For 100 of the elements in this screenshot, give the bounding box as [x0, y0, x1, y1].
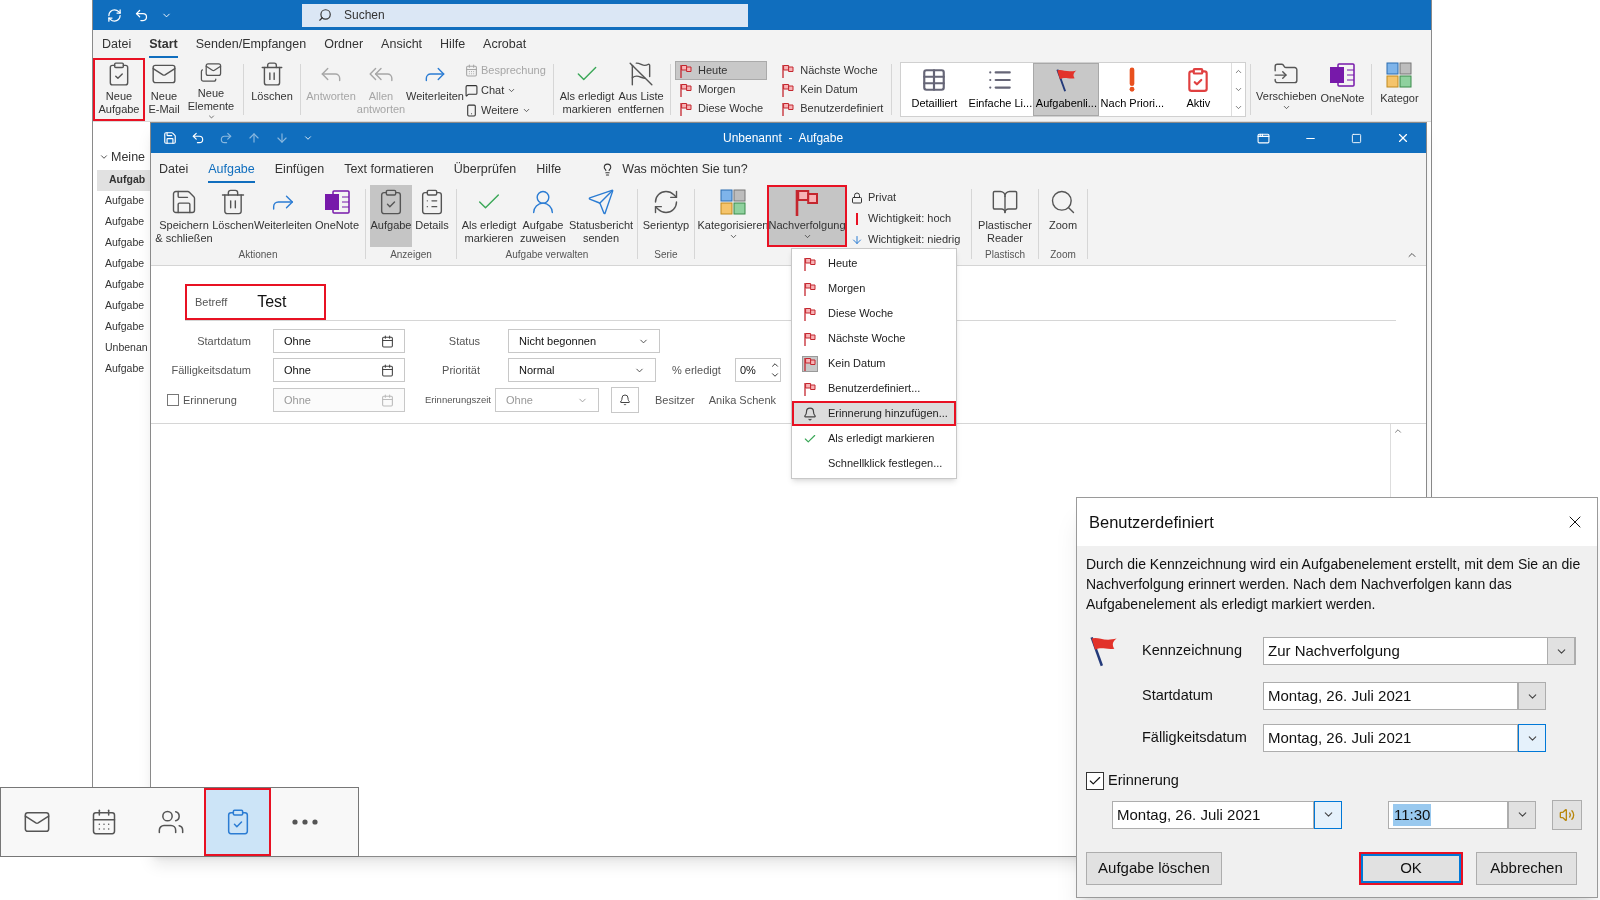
menu-item[interactable]: Kein Datum	[792, 351, 956, 376]
ribbon-button[interactable]: Weitere	[465, 102, 549, 119]
ribbon-display-icon[interactable]	[1257, 131, 1270, 145]
flag-button[interactable]: Nächste Woche	[777, 61, 888, 80]
folder-item[interactable]: Aufgab	[97, 169, 150, 191]
folder-item[interactable]: Aufgabe	[93, 358, 150, 380]
search-box[interactable]: Suchen	[302, 3, 748, 27]
ribbon-button[interactable]: Aufgabe	[370, 185, 412, 247]
ribbon-button[interactable]: Kategorisieren	[699, 185, 767, 247]
ribbon-tab[interactable]: Datei	[159, 160, 189, 183]
ribbon-button[interactable]: Weiterleiten	[405, 58, 465, 121]
tell-me-field[interactable]: Was möchten Sie tun?	[622, 160, 748, 179]
percent-spinbox[interactable]: 0%	[734, 358, 781, 382]
view-option[interactable]: Aufgabenli...	[1033, 63, 1100, 116]
flag-button[interactable]: Diese Woche	[675, 99, 768, 118]
menu-item[interactable]: Erinnerung hinzufügen...	[792, 401, 956, 426]
reminder-checkbox[interactable]: Erinnerung	[165, 391, 273, 409]
folder-item[interactable]: Aufgabe	[93, 232, 150, 254]
sync-icon	[107, 7, 122, 23]
ribbon-button[interactable]: Neue Elemente	[183, 58, 239, 121]
folder-item[interactable]: Aufgabe	[93, 190, 150, 212]
menu-item[interactable]: Heute	[792, 251, 956, 276]
sound-button[interactable]	[1552, 799, 1582, 830]
flag-dropdown[interactable]: Zur Nachverfolgung	[1263, 637, 1576, 665]
ribbon-button[interactable]: Löschen	[213, 185, 253, 247]
ribbon-button[interactable]: Chat	[465, 82, 549, 99]
reminder-checkbox[interactable]: Erinnerung	[1086, 770, 1179, 792]
ribbon-button[interactable]: Aufgabe zuweisen	[517, 185, 569, 247]
date-field[interactable]: Ohne	[273, 358, 405, 382]
dialog-button[interactable]: OK	[1359, 851, 1463, 885]
dropdown-button[interactable]	[1314, 800, 1342, 829]
ribbon-button[interactable]: Privat	[851, 189, 967, 206]
menu-tab[interactable]: Datei	[102, 35, 132, 58]
date-field[interactable]: Ohne	[273, 329, 405, 353]
ribbon-button[interactable]: Verschieben	[1255, 58, 1318, 121]
ribbon-button[interactable]: Plastischer Reader	[976, 185, 1034, 247]
menu-tab[interactable]: Senden/Empfangen	[195, 35, 307, 58]
folder-item[interactable]: Aufgabe	[93, 295, 150, 317]
ribbon-button[interactable]: Wichtigkeit: niedrig	[851, 231, 967, 248]
menu-tab[interactable]: Ansicht	[381, 35, 423, 58]
subject-field[interactable]: Test	[257, 290, 287, 314]
ribbon-button[interactable]: Als erledigt markieren	[558, 58, 616, 121]
menu-item[interactable]: Diese Woche	[792, 301, 956, 326]
menu-tab[interactable]: Ordner	[324, 35, 364, 58]
ribbon-button[interactable]: Neue Aufgabe	[93, 58, 145, 121]
ribbon-button[interactable]: OneNote	[313, 185, 361, 247]
ribbon-button[interactable]: Zoom	[1043, 185, 1083, 247]
sound-button[interactable]	[611, 387, 639, 413]
menu-item[interactable]: Benutzerdefiniert...	[792, 376, 956, 401]
maximize-icon[interactable]	[1351, 132, 1362, 144]
search-field[interactable]: Suchen	[344, 6, 644, 24]
flag-button[interactable]: Benutzerdefiniert	[777, 99, 888, 118]
ribbon-tab[interactable]: Überprüfen	[453, 160, 517, 183]
dialog-button[interactable]: Abbrechen	[1476, 851, 1577, 885]
date-field[interactable]: Montag, 26. Juli 2021	[1263, 682, 1518, 710]
flag-icon	[793, 188, 821, 216]
date-field[interactable]: Montag, 26. Juli 2021	[1263, 724, 1518, 752]
status-dropdown[interactable]: Nicht begonnen	[508, 329, 660, 353]
menu-item[interactable]: Schnellklick festlegen...	[792, 451, 956, 476]
ribbon-button[interactable]: Aus Liste entfernen	[616, 58, 666, 121]
nav-button[interactable]	[204, 788, 271, 856]
dropdown-button[interactable]	[1518, 724, 1546, 752]
view-option[interactable]: Aktiv	[1165, 63, 1232, 116]
ribbon-button[interactable]: Wichtigkeit: hoch	[851, 210, 967, 227]
caret-icon	[802, 232, 812, 241]
ribbon-button[interactable]: Als erledigt markieren	[461, 185, 517, 247]
time-field[interactable]: 11:30	[1388, 800, 1508, 829]
priority-dropdown[interactable]: Normal	[508, 358, 656, 382]
ribbon-button[interactable]: Nachverfolgung	[767, 185, 847, 247]
ribbon-tab[interactable]: Text formatieren	[344, 160, 434, 183]
flag-button[interactable]: Heute	[675, 61, 768, 80]
folder-item[interactable]: Aufgabe	[93, 316, 150, 338]
ribbon-button[interactable]: Speichern & schließen	[155, 185, 213, 247]
ribbon-tab[interactable]: Einfügen	[274, 160, 325, 183]
ribbon-button[interactable]: Serientyp	[642, 185, 690, 247]
flag-button[interactable]: Kein Datum	[777, 80, 888, 99]
menu-tab[interactable]: Acrobat	[483, 35, 527, 58]
ribbon-button[interactable]: Details	[412, 185, 452, 247]
menu-item[interactable]: Als erledigt markieren	[792, 426, 956, 451]
menu-item[interactable]: Morgen	[792, 276, 956, 301]
view-option[interactable]: Einfache Li...	[967, 63, 1034, 116]
folder-item[interactable]: Unbenan	[93, 337, 150, 359]
ribbon-tab[interactable]: Hilfe	[536, 160, 562, 183]
menu-tab[interactable]: Hilfe	[440, 35, 466, 58]
ribbon-button[interactable]: Löschen	[248, 58, 296, 121]
folder-group-header[interactable]: Meine	[93, 148, 146, 167]
view-option[interactable]: Detailliert	[901, 63, 968, 116]
dialog-button[interactable]: Aufgabe löschen	[1086, 851, 1222, 885]
menu-item[interactable]: Nächste Woche	[792, 326, 956, 351]
ribbon-button[interactable]: Neue E-Mail	[145, 58, 183, 121]
flag-button[interactable]: Morgen	[675, 80, 768, 99]
ribbon-button[interactable]: OneNote	[1317, 58, 1368, 121]
date-field[interactable]: Montag, 26. Juli 2021	[1112, 800, 1314, 829]
ribbon-button[interactable]: Statusbericht senden	[569, 185, 633, 247]
ribbon-button[interactable]: Kategor	[1376, 58, 1423, 121]
folder-item[interactable]: Aufgabe	[93, 274, 150, 296]
ribbon-button[interactable]: Weiterleiten	[253, 185, 313, 247]
view-option[interactable]: Nach Priori...	[1099, 63, 1166, 116]
folder-item[interactable]: Aufgabe	[93, 211, 150, 233]
folder-item[interactable]: Aufgabe	[93, 253, 150, 275]
